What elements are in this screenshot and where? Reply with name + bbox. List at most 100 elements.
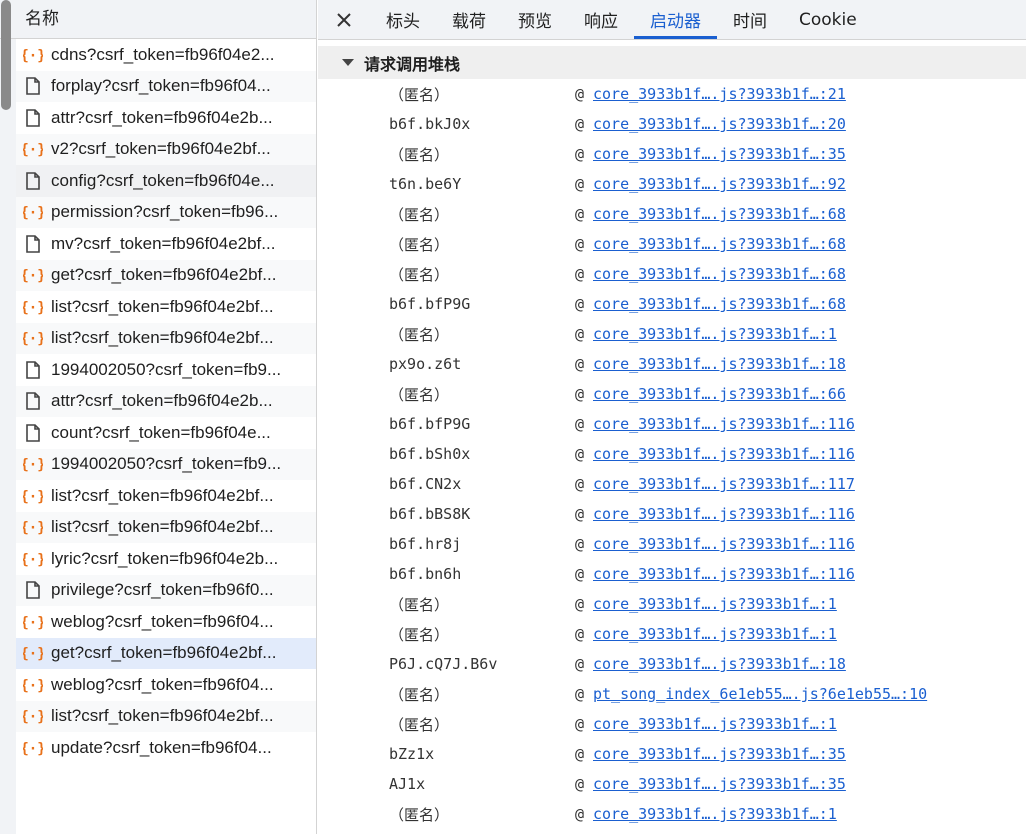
request-name: privilege?csrf_token=fb96f0... bbox=[51, 580, 274, 600]
stack-frame: bZz1x @ core_3933b1f….js?3933b1f…:35 bbox=[318, 739, 1026, 769]
source-link[interactable]: pt_song_index_6e1eb55….js?6e1eb55…:10 bbox=[593, 685, 927, 703]
frame-function: （匿名） bbox=[389, 85, 450, 104]
tab-2[interactable]: 预览 bbox=[502, 0, 568, 39]
request-name: lyric?csrf_token=fb96f04e2b... bbox=[51, 548, 279, 568]
stack-frame: （匿名） @ core_3933b1f….js?3933b1f…:35 bbox=[318, 139, 1026, 169]
frame-function: b6f.CN2x bbox=[389, 475, 462, 493]
close-icon bbox=[337, 12, 351, 27]
frame-at-symbol: @ bbox=[575, 715, 585, 733]
source-link[interactable]: core_3933b1f….js?3933b1f…:20 bbox=[593, 115, 846, 133]
source-link[interactable]: core_3933b1f….js?3933b1f…:116 bbox=[593, 505, 855, 523]
frame-function: （匿名） bbox=[389, 145, 450, 164]
source-link[interactable]: core_3933b1f….js?3933b1f…:21 bbox=[593, 85, 846, 103]
svg-text:{·}: {·} bbox=[23, 709, 43, 725]
document-icon bbox=[23, 391, 43, 411]
stack-frame: b6f.bkJ0x @ core_3933b1f….js?3933b1f…:20 bbox=[318, 109, 1026, 139]
braces-icon: {·} bbox=[23, 139, 43, 159]
request-name: attr?csrf_token=fb96f04e2b... bbox=[51, 391, 273, 411]
request-row[interactable]: mv?csrf_token=fb96f04e2bf... bbox=[0, 228, 316, 260]
scrollbar-thumb[interactable] bbox=[1, 0, 11, 110]
document-icon bbox=[23, 76, 43, 96]
source-link[interactable]: core_3933b1f….js?3933b1f…:116 bbox=[593, 535, 855, 553]
tab-6[interactable]: Cookie bbox=[783, 0, 873, 39]
frame-function: bZz1x bbox=[389, 745, 435, 763]
request-row[interactable]: {·} weblog?csrf_token=fb96f04... bbox=[0, 669, 316, 701]
request-row[interactable]: {·} weblog?csrf_token=fb96f04... bbox=[0, 606, 316, 638]
name-column-header[interactable]: 名称 bbox=[0, 0, 316, 39]
source-link[interactable]: core_3933b1f….js?3933b1f…:68 bbox=[593, 235, 846, 253]
request-name: weblog?csrf_token=fb96f04... bbox=[51, 674, 274, 694]
source-link[interactable]: core_3933b1f….js?3933b1f…:66 bbox=[593, 385, 846, 403]
document-icon bbox=[23, 423, 43, 443]
frame-function: px9o.z6t bbox=[389, 355, 462, 373]
source-link[interactable]: core_3933b1f….js?3933b1f…:116 bbox=[593, 415, 855, 433]
source-link[interactable]: core_3933b1f….js?3933b1f…:35 bbox=[593, 745, 846, 763]
source-link[interactable]: core_3933b1f….js?3933b1f…:116 bbox=[593, 565, 855, 583]
braces-icon: {·} bbox=[23, 549, 43, 569]
request-detail-panel: 标头 载荷 预览 响应 启动器 时间 Cookie 请求调用堆栈 （匿名） @ core_393… bbox=[318, 0, 1026, 834]
request-row[interactable]: {·} list?csrf_token=fb96f04e2bf... bbox=[0, 511, 316, 543]
request-row[interactable]: forplay?csrf_token=fb96f04... bbox=[0, 70, 316, 102]
source-link[interactable]: core_3933b1f….js?3933b1f…:92 bbox=[593, 175, 846, 193]
close-button[interactable] bbox=[318, 0, 370, 39]
tab-1[interactable]: 载荷 bbox=[436, 0, 502, 39]
request-row[interactable]: {·} v2?csrf_token=fb96f04e2bf... bbox=[0, 133, 316, 165]
frame-function: （匿名） bbox=[389, 385, 450, 404]
source-link[interactable]: core_3933b1f….js?3933b1f…:35 bbox=[593, 145, 846, 163]
source-link[interactable]: core_3933b1f….js?3933b1f…:1 bbox=[593, 805, 837, 823]
request-row[interactable]: {·} get?csrf_token=fb96f04e2bf... bbox=[0, 259, 316, 291]
request-row[interactable]: 1994002050?csrf_token=fb9... bbox=[0, 354, 316, 386]
stack-frame: b6f.hr8j @ core_3933b1f….js?3933b1f…:116 bbox=[318, 529, 1026, 559]
request-row[interactable]: {·} list?csrf_token=fb96f04e2bf... bbox=[0, 480, 316, 512]
source-link[interactable]: core_3933b1f….js?3933b1f…:1 bbox=[593, 325, 837, 343]
request-row[interactable]: {·} lyric?csrf_token=fb96f04e2b... bbox=[0, 543, 316, 575]
frame-at-symbol: @ bbox=[575, 775, 585, 793]
source-link[interactable]: core_3933b1f….js?3933b1f…:18 bbox=[593, 355, 846, 373]
source-link[interactable]: core_3933b1f….js?3933b1f…:1 bbox=[593, 715, 837, 733]
call-stack-section-header[interactable]: 请求调用堆栈 bbox=[318, 46, 1026, 79]
frame-at-symbol: @ bbox=[575, 145, 585, 163]
request-row[interactable]: count?csrf_token=fb96f04e... bbox=[0, 417, 316, 449]
frame-at-symbol: @ bbox=[575, 805, 585, 823]
frame-at-symbol: @ bbox=[575, 625, 585, 643]
braces-icon: {·} bbox=[23, 265, 43, 285]
request-row[interactable]: {·} list?csrf_token=fb96f04e2bf... bbox=[0, 322, 316, 354]
source-link[interactable]: core_3933b1f….js?3933b1f…:18 bbox=[593, 655, 846, 673]
frame-at-symbol: @ bbox=[575, 85, 585, 103]
source-link[interactable]: core_3933b1f….js?3933b1f…:1 bbox=[593, 595, 837, 613]
request-row[interactable]: attr?csrf_token=fb96f04e2b... bbox=[0, 385, 316, 417]
request-row[interactable]: {·} permission?csrf_token=fb96... bbox=[0, 196, 316, 228]
source-link[interactable]: core_3933b1f….js?3933b1f…:68 bbox=[593, 265, 846, 283]
frame-at-symbol: @ bbox=[575, 475, 585, 493]
source-link[interactable]: core_3933b1f….js?3933b1f…:68 bbox=[593, 205, 846, 223]
tab-3[interactable]: 响应 bbox=[568, 0, 634, 39]
stack-frame: b6f.bBS8K @ core_3933b1f….js?3933b1f…:116 bbox=[318, 499, 1026, 529]
request-row[interactable]: config?csrf_token=fb96f04e... bbox=[0, 165, 316, 197]
svg-text:{·}: {·} bbox=[23, 300, 43, 316]
request-row[interactable]: {·} get?csrf_token=fb96f04e2bf... bbox=[0, 637, 316, 669]
source-link[interactable]: core_3933b1f….js?3933b1f…:116 bbox=[593, 445, 855, 463]
tab-0[interactable]: 标头 bbox=[370, 0, 436, 39]
request-row[interactable]: {·} list?csrf_token=fb96f04e2bf... bbox=[0, 700, 316, 732]
request-row[interactable]: {·} cdns?csrf_token=fb96f04e2... bbox=[0, 39, 316, 71]
braces-icon: {·} bbox=[23, 486, 43, 506]
source-link[interactable]: core_3933b1f….js?3933b1f…:117 bbox=[593, 475, 855, 493]
svg-text:{·}: {·} bbox=[23, 142, 43, 158]
request-row[interactable]: {·} 1994002050?csrf_token=fb9... bbox=[0, 448, 316, 480]
frame-at-symbol: @ bbox=[575, 175, 585, 193]
source-link[interactable]: core_3933b1f….js?3933b1f…:1 bbox=[593, 625, 837, 643]
stack-frame: AJ1x @ core_3933b1f….js?3933b1f…:35 bbox=[318, 769, 1026, 799]
source-link[interactable]: core_3933b1f….js?3933b1f…:35 bbox=[593, 775, 846, 793]
request-name: list?csrf_token=fb96f04e2bf... bbox=[51, 296, 274, 316]
request-name: forplay?csrf_token=fb96f04... bbox=[51, 76, 271, 96]
request-row[interactable]: attr?csrf_token=fb96f04e2b... bbox=[0, 102, 316, 134]
request-row[interactable]: {·} update?csrf_token=fb96f04... bbox=[0, 732, 316, 764]
tab-5[interactable]: 时间 bbox=[717, 0, 783, 39]
tab-4[interactable]: 启动器 bbox=[634, 0, 717, 39]
detail-tabs: 标头 载荷 预览 响应 启动器 时间 Cookie bbox=[318, 0, 1026, 40]
request-row[interactable]: {·} list?csrf_token=fb96f04e2bf... bbox=[0, 291, 316, 323]
source-link[interactable]: core_3933b1f….js?3933b1f…:68 bbox=[593, 295, 846, 313]
request-row[interactable]: privilege?csrf_token=fb96f0... bbox=[0, 574, 316, 606]
braces-icon: {·} bbox=[23, 517, 43, 537]
frame-function: （匿名） bbox=[389, 625, 450, 644]
